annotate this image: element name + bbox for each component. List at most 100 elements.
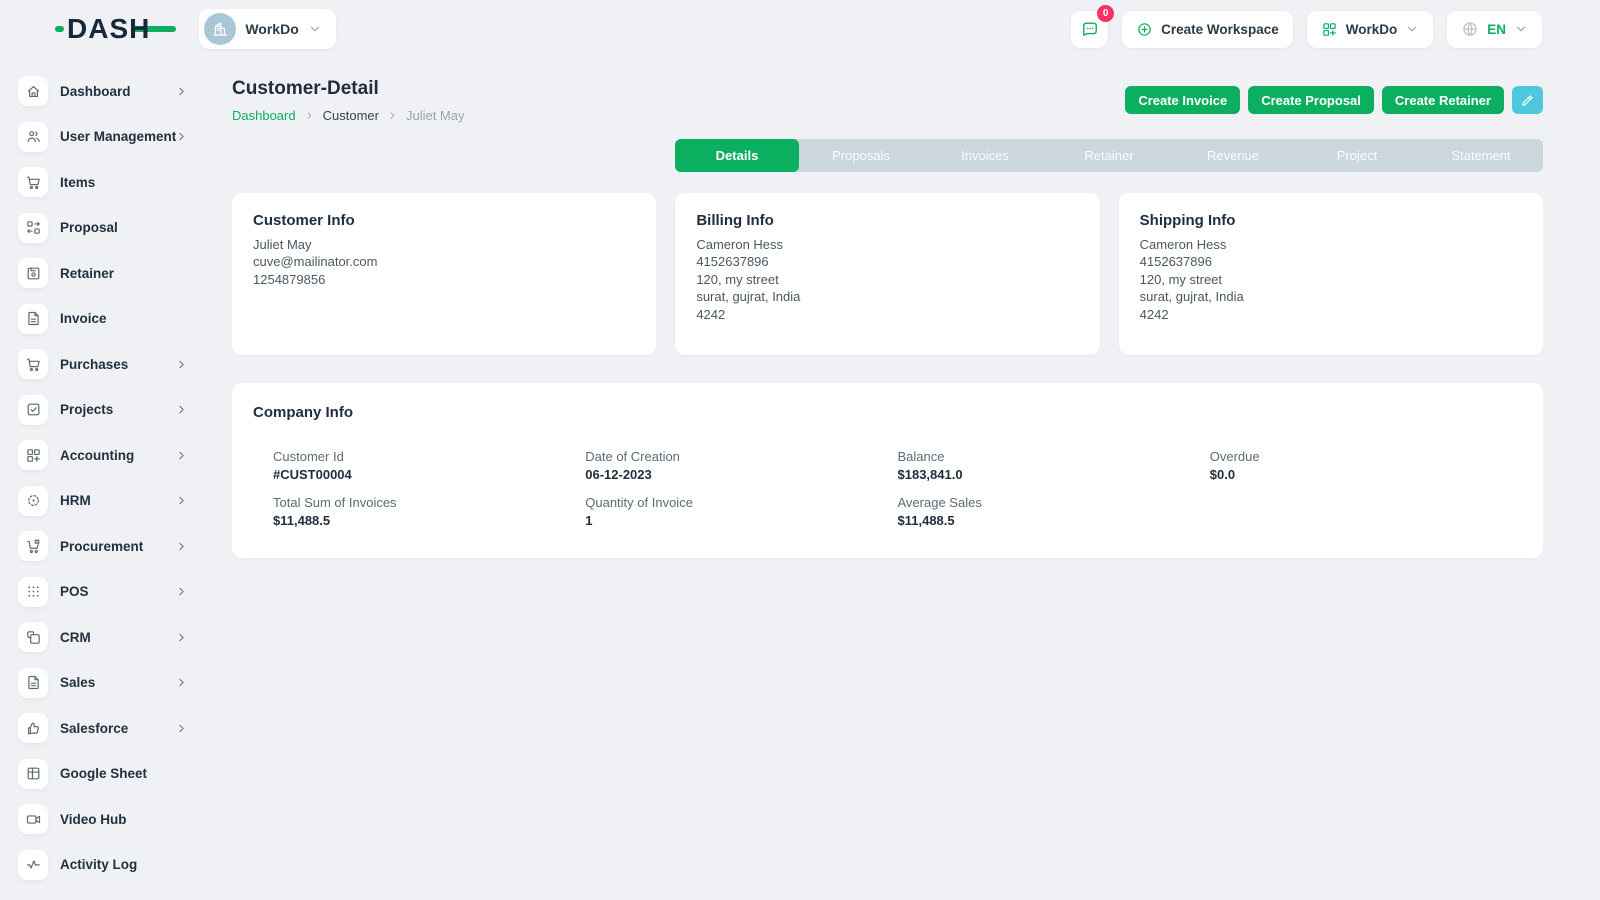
card-lines: Juliet Maycuve@mailinator.com1254879856 [253,236,635,288]
tab-proposals[interactable]: Proposals [799,139,923,172]
building-icon [204,13,236,45]
chevron-right-icon [175,85,188,98]
breadcrumb-item-customer[interactable]: Customer [323,108,379,123]
sidebar-item-google-sheet[interactable]: Google Sheet [18,759,212,789]
create-workspace-button[interactable]: Create Workspace [1122,11,1293,48]
sidebar-item-user-management[interactable]: User Management [18,122,212,152]
card-line: Juliet May [253,236,635,253]
company-info-grid: Customer Id #CUST00004Date of Creation 0… [253,449,1522,528]
card-line: 4152637896 [1140,253,1522,270]
users-icon [18,122,48,152]
file-icon [18,304,48,334]
workspace-name: WorkDo [245,21,298,37]
company-field-average-sales: Average Sales $11,488.5 [898,495,1210,528]
workspace-dropdown[interactable]: WorkDo [1307,11,1434,48]
edit-button[interactable] [1512,86,1543,114]
thumbs-up-icon [18,713,48,743]
field-value: $11,488.5 [273,513,585,528]
card-line: surat, gujrat, India [696,288,1078,305]
home-icon [18,76,48,106]
chevron-down-icon [1514,22,1528,36]
tab-retainer[interactable]: Retainer [1047,139,1171,172]
sidebar-item-video-hub[interactable]: Video Hub [18,804,212,834]
card-line: surat, gujrat, India [1140,288,1522,305]
table-icon [18,759,48,789]
chevron-right-icon [175,540,188,553]
breadcrumb-item-dashboard[interactable]: Dashboard [232,108,296,123]
language-code: EN [1487,22,1506,37]
chevron-right-icon [387,110,398,121]
field-label: Total Sum of Invoices [273,495,585,510]
sidebar-item-retainer[interactable]: Retainer [18,258,212,288]
chevron-right-icon [175,449,188,462]
sidebar-item-dashboard[interactable]: Dashboard [18,76,212,106]
cart-icon [18,167,48,197]
card-line: 4242 [696,306,1078,323]
card-title: Customer Info [253,212,635,229]
breadcrumb-item-juliet-may: Juliet May [406,108,465,123]
chevron-right-icon [175,130,188,143]
language-selector[interactable]: EN [1447,11,1542,48]
sidebar-item-proposal[interactable]: Proposal [18,213,212,243]
sidebar-item-hrm[interactable]: HRM [18,486,212,516]
billing-info-card: Billing Info Cameron Hess4152637896120, … [675,193,1099,355]
sidebar-item-pos[interactable]: POS [18,577,212,607]
workspace-selector[interactable]: WorkDo [199,9,335,49]
sidebar-item-procurement[interactable]: Procurement [18,531,212,561]
sidebar-item-crm[interactable]: CRM [18,622,212,652]
save-icon [18,258,48,288]
plus-circle-icon [1136,21,1153,38]
main-content: Customer-Detail Dashboard Customer Juliet … [232,72,1543,558]
tab-invoices[interactable]: Invoices [923,139,1047,172]
sidebar-item-invoice[interactable]: Invoice [18,304,212,334]
chat-icon [1080,19,1100,39]
shipping-info-card: Shipping Info Cameron Hess4152637896120,… [1119,193,1543,355]
logo-text: DASH [67,13,150,45]
company-field-quantity-of-invoice: Quantity of Invoice 1 [585,495,897,528]
activity-icon [18,850,48,880]
chevron-right-icon [175,676,188,689]
sidebar-item-sales[interactable]: Sales [18,668,212,698]
create-proposal-button[interactable]: Create Proposal [1248,86,1374,114]
grid-dots-icon [18,577,48,607]
field-label: Balance [898,449,1210,464]
card-line: cuve@mailinator.com [253,253,635,270]
video-icon [18,804,48,834]
field-label: Average Sales [898,495,1210,510]
chevron-right-icon [175,494,188,507]
tab-project[interactable]: Project [1295,139,1419,172]
field-label: Quantity of Invoice [585,495,897,510]
messages-button[interactable]: 0 [1071,11,1108,48]
file-icon [18,668,48,698]
topbar: DASH WorkDo 0 Create Workspace WorkDo EN [0,0,1600,58]
globe-icon [1461,20,1479,38]
page-title-block: Customer-Detail Dashboard Customer Juliet … [232,78,465,123]
tab-details[interactable]: Details [675,139,799,172]
sidebar-item-accounting[interactable]: Accounting [18,440,212,470]
card-lines: Cameron Hess4152637896120, my streetsura… [1140,236,1522,323]
tab-revenue[interactable]: Revenue [1171,139,1295,172]
transfer-icon [18,213,48,243]
create-retainer-button[interactable]: Create Retainer [1382,86,1504,114]
sidebar-item-purchases[interactable]: Purchases [18,349,212,379]
card-lines: Cameron Hess4152637896120, my streetsura… [696,236,1078,323]
topbar-right: 0 Create Workspace WorkDo EN [1071,11,1542,48]
card-line: Cameron Hess [696,236,1078,253]
checkbox-icon [18,395,48,425]
field-value: 06-12-2023 [585,467,897,482]
cart-icon [18,349,48,379]
card-line: 4152637896 [696,253,1078,270]
sidebar-item-projects[interactable]: Projects [18,395,212,425]
sidebar-item-activity-log[interactable]: Activity Log [18,850,212,880]
tab-bar: DetailsProposalsInvoicesRetainerRevenueP… [675,139,1543,172]
chevron-right-icon [175,722,188,735]
page-header: Customer-Detail Dashboard Customer Juliet … [232,78,1543,123]
tab-statement[interactable]: Statement [1419,139,1543,172]
sidebar-item-items[interactable]: Items [18,167,212,197]
page-title: Customer-Detail [232,78,465,100]
app-logo[interactable]: DASH [55,13,176,45]
card-line: 4242 [1140,306,1522,323]
sidebar-item-salesforce[interactable]: Salesforce [18,713,212,743]
create-invoice-button[interactable]: Create Invoice [1125,86,1240,114]
chevron-right-icon [175,403,188,416]
